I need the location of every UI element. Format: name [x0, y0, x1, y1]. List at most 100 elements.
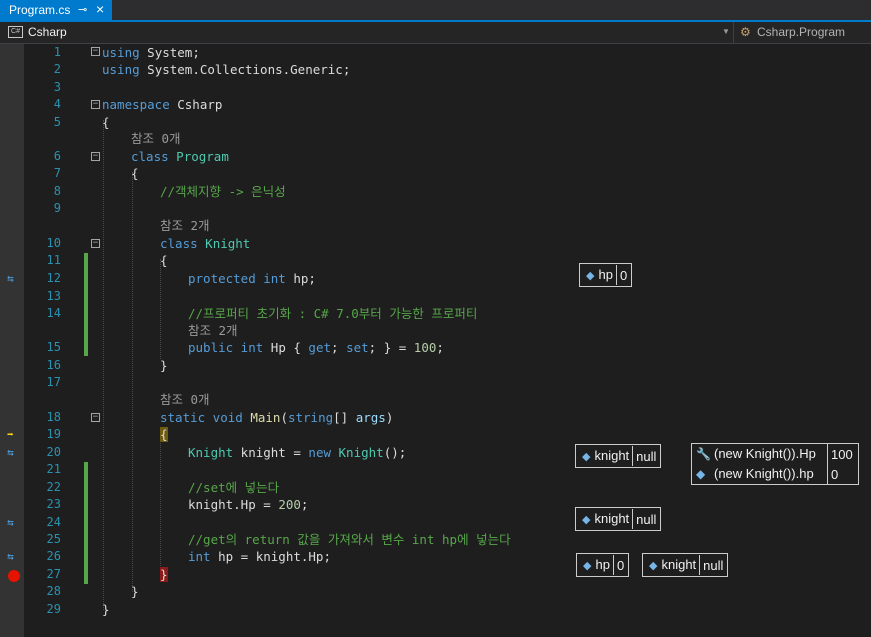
line-number: 22: [46, 480, 61, 494]
collapse-icon[interactable]: −: [91, 47, 100, 56]
line-number: 17: [46, 375, 61, 389]
collapse-icon[interactable]: −: [91, 100, 100, 109]
project-dropdown[interactable]: C# Csharp ▼: [0, 22, 734, 43]
pinned-datatip-icon[interactable]: ⇆: [7, 273, 14, 285]
code-line-26[interactable]: int hp = knight.Hp;: [188, 548, 331, 565]
pinned-datatip-knight[interactable]: ◆ knight null: [642, 553, 729, 577]
code-line-19[interactable]: {: [160, 426, 168, 443]
codelens-references[interactable]: 참조 0개: [131, 130, 181, 147]
code-line-11[interactable]: {: [160, 252, 168, 269]
code-line-14[interactable]: //프로퍼티 초기화 : C# 7.0부터 가능한 프로퍼티: [188, 305, 477, 322]
line-number-row: 29: [0, 601, 90, 618]
code-line-5[interactable]: {: [102, 114, 110, 131]
line-number: 20: [46, 445, 61, 459]
code-line-18[interactable]: static void Main(string[] args): [160, 409, 393, 426]
line-number-row: 23: [0, 496, 90, 513]
collapse-icon[interactable]: −: [91, 152, 100, 161]
datatip-name: hp: [595, 555, 614, 575]
datatip-value[interactable]: 0: [614, 558, 624, 573]
code-editor[interactable]: 1 2 3 4 5 6 7 8 9 10 11 12 13 14 15 16 17 18 19 20 21 22 23 24 2…: [0, 44, 871, 637]
chevron-down-icon[interactable]: ▼: [722, 27, 730, 36]
code-line-20[interactable]: Knight knight = new Knight();: [188, 444, 406, 461]
line-number-row: 11: [0, 252, 90, 269]
code-line-27[interactable]: }: [160, 566, 168, 583]
line-number: 27: [46, 567, 61, 581]
codelens-references[interactable]: 참조 2개: [160, 217, 210, 234]
code-line-29[interactable]: }: [102, 601, 110, 618]
code-line-15[interactable]: public int Hp { get; set; } = 100;: [188, 339, 444, 356]
code-line-2[interactable]: using System.Collections.Generic;: [102, 61, 350, 78]
close-icon[interactable]: ×: [96, 1, 104, 17]
line-number: 29: [46, 602, 61, 616]
datatip-row[interactable]: 🔧 (new Knight()).Hp 100: [692, 444, 858, 464]
collapse-icon[interactable]: −: [91, 239, 100, 248]
code-line-23[interactable]: knight.Hp = 200;: [188, 496, 308, 513]
line-number-row: 21: [0, 461, 90, 478]
code-line-22[interactable]: //set에 넣는다: [188, 479, 279, 496]
line-number: 8: [53, 184, 61, 198]
line-number: 23: [46, 497, 61, 511]
code-line-7[interactable]: {: [131, 165, 139, 182]
pinned-datatip-knight[interactable]: ◆ knight null: [575, 507, 662, 531]
line-number: 26: [46, 549, 61, 563]
line-number-row: 6: [0, 148, 90, 165]
line-number-row: 15: [0, 339, 90, 356]
current-statement-arrow-icon[interactable]: ➡: [7, 429, 14, 441]
code-line-12[interactable]: protected int hp;: [188, 270, 316, 287]
tab-program-cs[interactable]: Program.cs ⊸ ×: [0, 0, 112, 20]
code-line-16[interactable]: }: [160, 357, 168, 374]
datatip-value[interactable]: 0: [617, 268, 627, 283]
line-number: 12: [46, 271, 61, 285]
line-number: 6: [53, 149, 61, 163]
code-line-8[interactable]: //객체지향 -> 은닉성: [160, 183, 286, 200]
line-number-row: 8: [0, 183, 90, 200]
tab-title: Program.cs: [9, 3, 71, 17]
line-number: 14: [46, 306, 61, 320]
wrench-icon: 🔧: [696, 447, 711, 461]
change-indicator: [84, 462, 88, 584]
line-number-row: 10: [0, 235, 90, 252]
line-number-row: 17: [0, 374, 90, 391]
codelens-references[interactable]: 참조 0개: [160, 391, 210, 408]
line-number-row: 28: [0, 583, 90, 600]
datatip-value[interactable]: null: [633, 512, 656, 527]
class-dropdown[interactable]: Csharp.Program: [757, 25, 845, 39]
code-line-1[interactable]: using System;: [102, 44, 200, 61]
datatip-row[interactable]: ◆ (new Knight()).hp 0: [692, 464, 858, 484]
datatip-value[interactable]: null: [700, 558, 723, 573]
datatip-value[interactable]: 0: [828, 467, 858, 482]
breakpoint-icon[interactable]: [8, 570, 20, 582]
datatip-value[interactable]: null: [633, 449, 656, 464]
code-line-25[interactable]: //get의 return 값을 가져와서 변수 int hp에 넣는다: [188, 531, 511, 548]
line-number: 4: [53, 97, 61, 111]
datatip-name: (new Knight()).hp: [714, 464, 828, 484]
pinned-datatip-icon[interactable]: ⇆: [7, 517, 14, 529]
line-number-row: 3: [0, 79, 90, 96]
datatip-value[interactable]: 100: [828, 447, 858, 462]
line-number: 21: [46, 462, 61, 476]
datatip-name: hp: [598, 265, 617, 285]
pinned-datatip-knight[interactable]: ◆ knight null: [575, 444, 662, 468]
indent-guide: [103, 120, 104, 610]
codelens-references[interactable]: 참조 2개: [188, 322, 238, 339]
pinned-datatip-hp[interactable]: ◆ hp 0: [576, 553, 630, 577]
change-indicator: [84, 253, 88, 356]
pinned-datatip-icon[interactable]: ⇆: [7, 447, 14, 459]
line-number-row: 5: [0, 114, 90, 131]
pinned-datatip-hp[interactable]: ◆ hp 0: [579, 263, 633, 287]
code-line-28[interactable]: }: [131, 583, 139, 600]
code-line-10[interactable]: class Knight: [160, 235, 250, 252]
pinned-datatip-icon[interactable]: ⇆: [7, 551, 14, 563]
code-line-6[interactable]: class Program: [131, 148, 229, 165]
indent-guide: [160, 434, 161, 574]
line-number: 25: [46, 532, 61, 546]
line-number-row: 18: [0, 409, 90, 426]
line-number: 10: [46, 236, 61, 250]
field-icon: ◆: [586, 269, 595, 282]
pin-icon[interactable]: ⊸: [78, 3, 87, 16]
code-line-4[interactable]: namespace Csharp: [102, 96, 222, 113]
line-number: 7: [53, 166, 61, 180]
pinned-datatip-expressions[interactable]: 🔧 (new Knight()).Hp 100 ◆ (new Knight())…: [691, 443, 859, 485]
line-number-row: 22: [0, 479, 90, 496]
collapse-icon[interactable]: −: [91, 413, 100, 422]
